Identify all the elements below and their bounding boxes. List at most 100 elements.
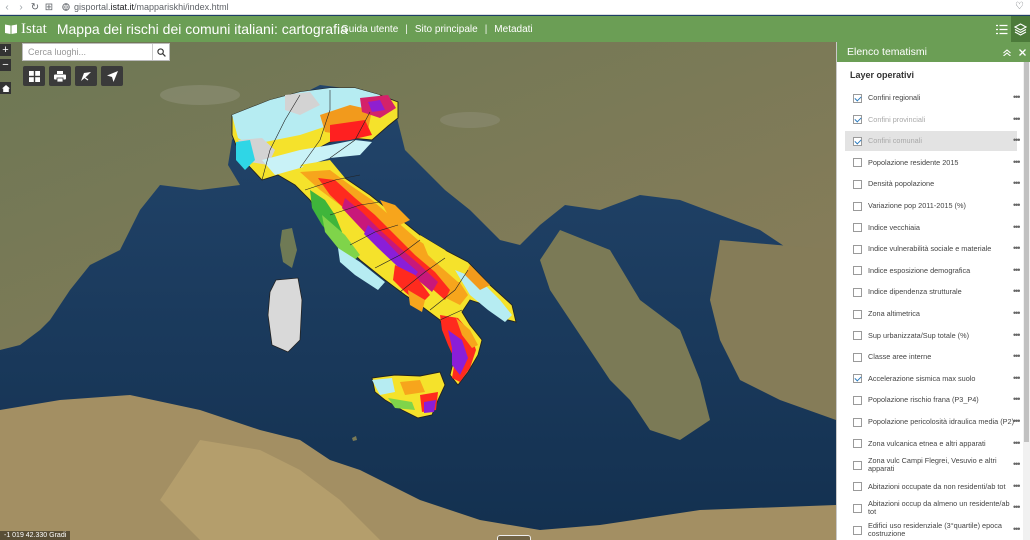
layer-label: Variazione pop 2011-2015 (%): [868, 201, 966, 210]
layer-checkbox[interactable]: [853, 503, 862, 513]
layer-item[interactable]: Zona altimetrica: [845, 304, 1017, 324]
apps-icon[interactable]: ⊞: [42, 2, 56, 13]
collapse-chevron-icon[interactable]: [1003, 48, 1011, 56]
search-button[interactable]: [152, 44, 169, 60]
link-separator: |: [484, 23, 488, 35]
layer-item[interactable]: Densità popolazione: [845, 174, 1017, 194]
layer-checkbox[interactable]: [853, 179, 862, 189]
panel-scrollbar[interactable]: [1023, 62, 1030, 540]
zoom-in-button[interactable]: +: [0, 44, 11, 56]
layer-checkbox[interactable]: [853, 223, 862, 233]
layer-options-icon[interactable]: •••: [1013, 459, 1021, 469]
layer-item[interactable]: Zona vulc Campi Flegrei, Vesuvio e altri…: [845, 455, 1017, 475]
locate-button[interactable]: [101, 66, 123, 86]
layer-options-icon[interactable]: •••: [1013, 243, 1021, 253]
layer-item[interactable]: Popolazione residente 2015: [845, 153, 1017, 173]
back-icon[interactable]: ‹: [0, 2, 14, 13]
layer-item[interactable]: Zona vulcanica etnea e altri apparati: [845, 434, 1017, 454]
layer-item[interactable]: Classe aree interne: [845, 347, 1017, 367]
layer-options-icon[interactable]: •••: [1013, 178, 1021, 188]
istat-logo: Istat: [4, 21, 47, 38]
layer-checkbox[interactable]: [853, 309, 862, 319]
book-logo-icon: [5, 24, 17, 34]
layer-item[interactable]: Abitazioni occup da almeno un residente/…: [845, 498, 1017, 518]
layer-options-icon[interactable]: •••: [1013, 502, 1021, 512]
layer-options-icon[interactable]: •••: [1013, 330, 1021, 340]
layer-item[interactable]: Indice vulnerabilità sociale e materiale: [845, 239, 1017, 259]
layer-options-icon[interactable]: •••: [1013, 135, 1021, 145]
bookmark-heart-icon[interactable]: ♡: [1015, 1, 1024, 12]
layer-item[interactable]: Variazione pop 2011-2015 (%): [845, 196, 1017, 216]
draw-tool-button[interactable]: [75, 66, 97, 86]
basemap-gallery-button[interactable]: [23, 66, 45, 86]
layer-checkbox[interactable]: [853, 287, 862, 297]
zoom-out-button[interactable]: −: [0, 59, 11, 71]
layer-checkbox[interactable]: [853, 525, 862, 535]
map-attribution-toggle[interactable]: [497, 535, 531, 540]
layer-item[interactable]: Sup urbanizzata/Sup totale (%): [845, 326, 1017, 346]
search-input[interactable]: [23, 44, 152, 60]
layer-item[interactable]: Popolazione rischio frana (P3_P4): [845, 390, 1017, 410]
layer-item[interactable]: Accelerazione sismica max suolo: [845, 369, 1017, 389]
layer-checkbox[interactable]: [853, 136, 862, 146]
reload-icon[interactable]: ↻: [28, 2, 42, 13]
layer-checkbox[interactable]: [853, 395, 862, 405]
layer-item[interactable]: Confini regionali: [845, 88, 1017, 108]
layer-options-icon[interactable]: •••: [1013, 373, 1021, 383]
forward-icon[interactable]: ›: [14, 2, 28, 13]
layer-item[interactable]: Confini provinciali: [845, 110, 1017, 130]
map-view[interactable]: [0, 42, 836, 540]
address-bar[interactable]: gisportal.istat.it/mappariskhi/index.htm…: [62, 2, 229, 12]
layer-options-icon[interactable]: •••: [1013, 92, 1021, 102]
layer-options-icon[interactable]: •••: [1013, 438, 1021, 448]
layer-item[interactable]: Indice vecchiaia: [845, 218, 1017, 238]
layer-item[interactable]: Indice dipendenza strutturale: [845, 282, 1017, 302]
layer-options-icon[interactable]: •••: [1013, 394, 1021, 404]
link-metadati[interactable]: Metadati: [494, 24, 532, 35]
layer-checkbox[interactable]: [853, 439, 862, 449]
layer-checkbox[interactable]: [853, 374, 862, 384]
url-prefix: gisportal.: [74, 2, 111, 12]
layer-item[interactable]: Indice esposizione demografica: [845, 261, 1017, 281]
layer-checkbox[interactable]: [853, 417, 862, 427]
layer-label: Edifici uso residenziale (3°quartile) ep…: [868, 521, 1002, 538]
legend-list-button[interactable]: [992, 16, 1011, 42]
layer-options-icon[interactable]: •••: [1013, 416, 1021, 426]
print-button[interactable]: [49, 66, 71, 86]
layer-label: Classe aree interne: [868, 352, 932, 362]
layers-button[interactable]: [1011, 16, 1030, 42]
layer-checkbox[interactable]: [853, 158, 862, 168]
layer-options-icon[interactable]: •••: [1013, 286, 1021, 296]
layer-options-icon[interactable]: •••: [1013, 524, 1021, 534]
layer-item[interactable]: Edifici uso residenziale (3°quartile) ep…: [845, 520, 1017, 540]
layer-checkbox[interactable]: [853, 482, 862, 492]
layer-options-icon[interactable]: •••: [1013, 157, 1021, 167]
layer-checkbox[interactable]: [853, 244, 862, 254]
layer-options-icon[interactable]: •••: [1013, 308, 1021, 318]
layer-item[interactable]: Popolazione pericolosità idraulica media…: [845, 412, 1017, 432]
layer-checkbox[interactable]: [853, 115, 862, 125]
layer-checkbox[interactable]: [853, 352, 862, 362]
layer-options-icon[interactable]: •••: [1013, 114, 1021, 124]
layer-checkbox[interactable]: [853, 201, 862, 211]
link-sito-principale[interactable]: Sito principale: [415, 24, 478, 35]
layer-options-icon[interactable]: •••: [1013, 481, 1021, 491]
layer-label: Confini regionali: [868, 93, 921, 102]
logo-text: Istat: [21, 20, 47, 37]
layer-checkbox[interactable]: [853, 266, 862, 276]
scrollbar-thumb[interactable]: [1024, 62, 1029, 442]
layer-item[interactable]: Confini comunali: [845, 131, 1017, 152]
layer-checkbox[interactable]: [853, 331, 862, 341]
layer-checkbox[interactable]: [853, 460, 862, 470]
header-icons: [992, 16, 1030, 42]
layer-options-icon[interactable]: •••: [1013, 351, 1021, 361]
home-button[interactable]: [0, 82, 11, 94]
home-icon: [1, 84, 10, 92]
layer-options-icon[interactable]: •••: [1013, 265, 1021, 275]
layer-item[interactable]: Abitazioni occupate da non residenti/ab …: [845, 477, 1017, 497]
link-guida-utente[interactable]: Guida utente: [341, 24, 398, 35]
layer-checkbox[interactable]: [853, 93, 862, 103]
layer-options-icon[interactable]: •••: [1013, 222, 1021, 232]
layer-options-icon[interactable]: •••: [1013, 200, 1021, 210]
close-icon[interactable]: [1019, 48, 1026, 56]
